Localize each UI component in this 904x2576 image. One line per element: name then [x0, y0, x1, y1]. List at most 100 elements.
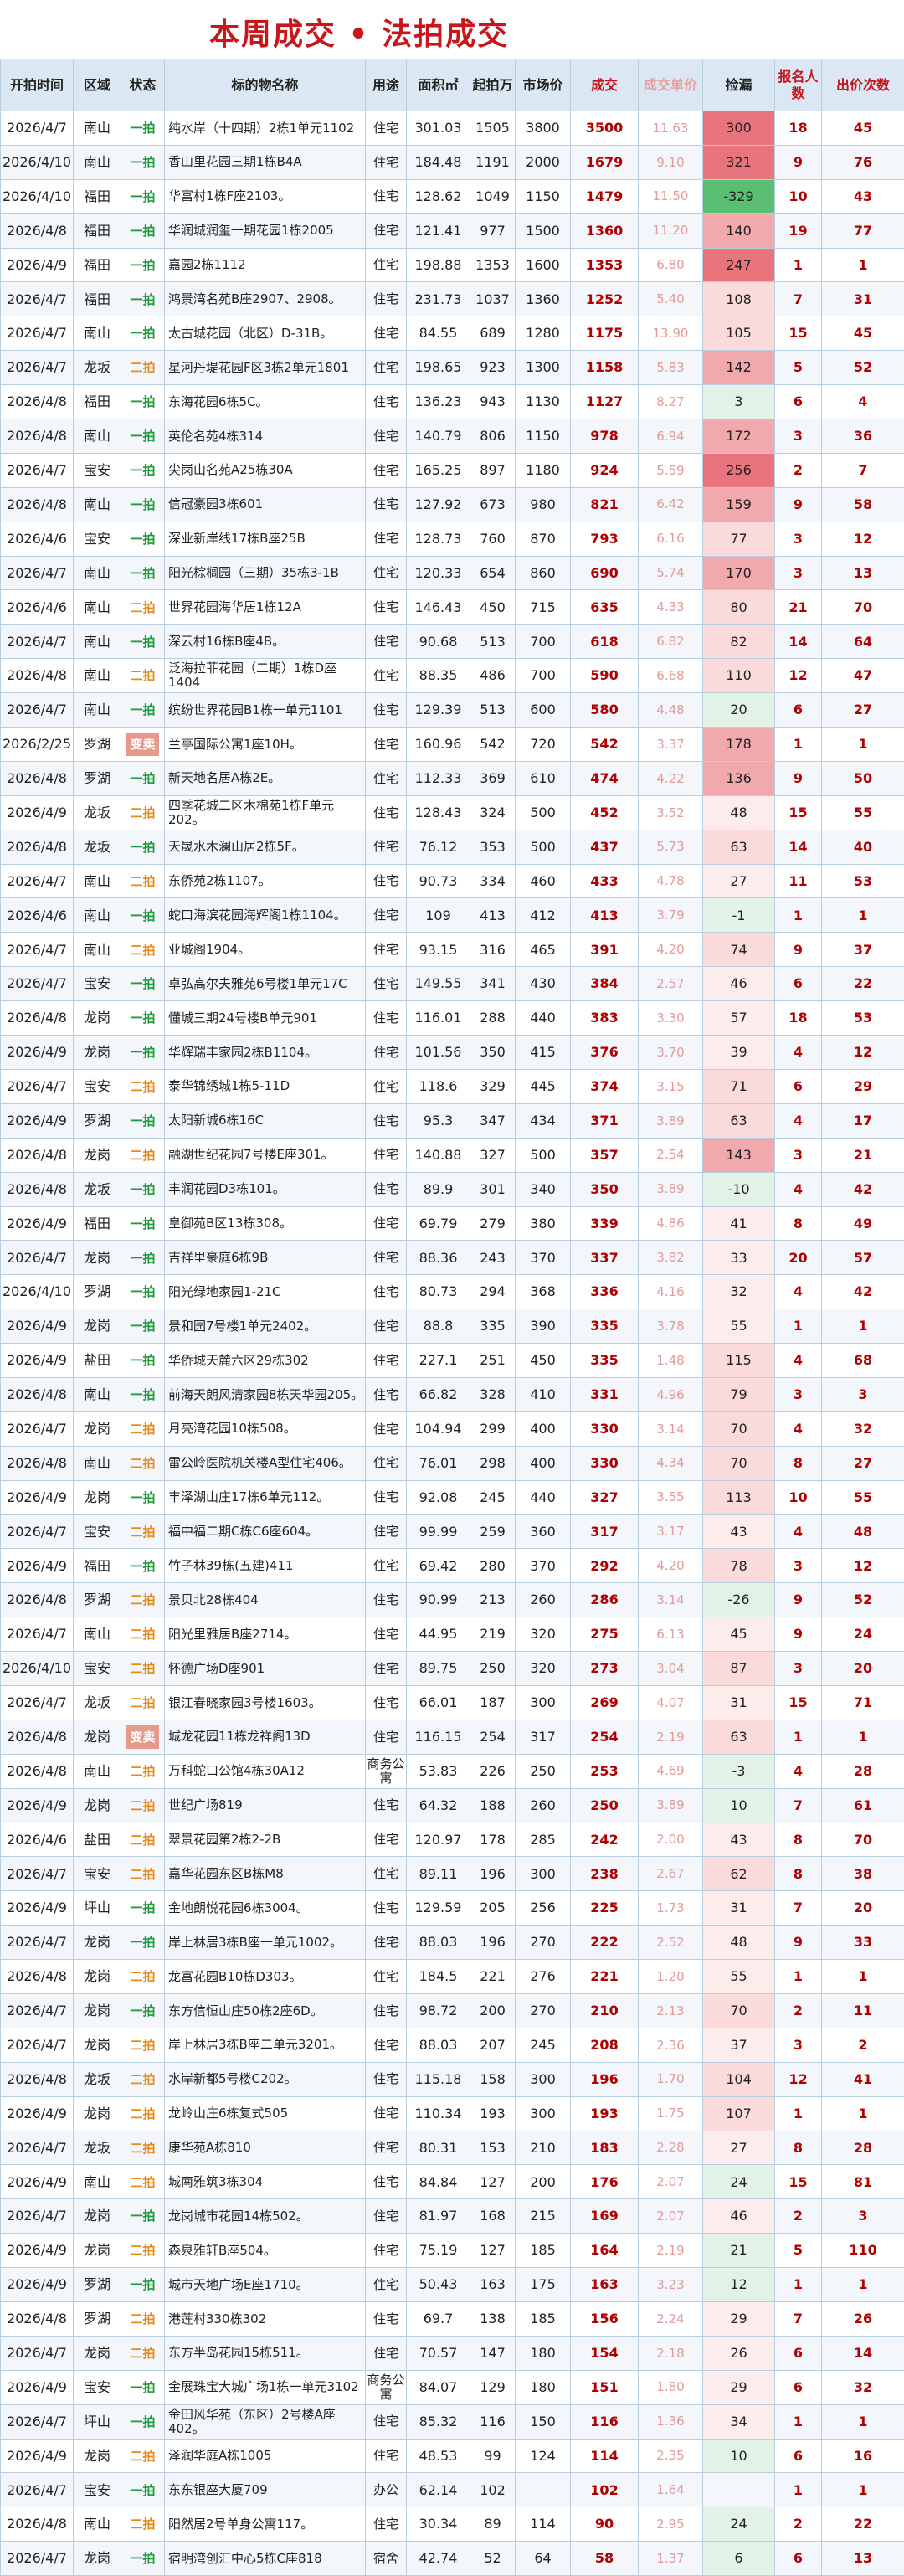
cell-price: 3.17 — [639, 1514, 703, 1549]
cell-status: 一拍 — [121, 1549, 165, 1583]
cell-date: 2026/4/8 — [1, 1960, 74, 1994]
cell-bidders: 8 — [775, 2131, 822, 2165]
cell-date: 2026/4/7 — [1, 1617, 74, 1652]
cell-area: 48.53 — [407, 2439, 470, 2473]
cell-area: 93.15 — [407, 933, 470, 967]
cell-start: 329 — [470, 1069, 516, 1103]
cell-gain: 70 — [703, 1446, 775, 1480]
cell-gain: 178 — [703, 728, 775, 762]
status-badge: 二拍 — [130, 1833, 155, 1848]
cell-bids: 32 — [822, 2370, 904, 2404]
header-bidders: 报名人数 — [775, 59, 822, 111]
cell-name: 太阳新城6栋16C — [165, 1103, 366, 1138]
cell-use: 住宅 — [366, 693, 407, 728]
cell-bidders: 3 — [775, 556, 822, 590]
status-badge: 一拍 — [130, 429, 155, 444]
cell-name: 嘉园2栋1112 — [165, 248, 366, 282]
cell-name: 华辉瑞丰家园2栋B1104。 — [165, 1036, 366, 1070]
cell-price: 6.82 — [639, 625, 703, 659]
cell-use: 住宅 — [366, 522, 407, 556]
cell-deal: 58 — [571, 2542, 639, 2576]
cell-bids: 29 — [822, 1069, 904, 1103]
table-row: 2026/4/7宝安二拍泰华锦绣城1栋5-11D住宅118.6329445374… — [1, 1069, 904, 1103]
cell-start: 187 — [470, 1685, 516, 1720]
status-badge: 变卖 — [126, 733, 158, 757]
cell-bids: 81 — [822, 2165, 904, 2199]
header-use: 用途 — [366, 59, 407, 111]
cell-deal: 196 — [571, 2062, 639, 2096]
cell-deal: 156 — [571, 2302, 639, 2337]
cell-district: 罗湖 — [74, 1583, 121, 1617]
cell-bids: 11 — [822, 1993, 904, 2028]
cell-start: 280 — [470, 1549, 516, 1583]
cell-gain: 70 — [703, 1411, 775, 1446]
cell-bidders: 1 — [775, 1960, 822, 1994]
table-row: 2026/4/6盐田二拍翠景花园第2栋2-2B住宅120.97178285242… — [1, 1823, 904, 1857]
cell-start: 350 — [470, 1036, 516, 1070]
cell-use: 宿舍 — [366, 2542, 407, 2576]
cell-gain: 37 — [703, 2028, 775, 2062]
cell-use: 住宅 — [366, 2165, 407, 2199]
cell-district: 宝安 — [74, 2473, 121, 2507]
cell-name: 太古城花园（北区）D-31B。 — [165, 316, 366, 351]
cell-area: 66.01 — [407, 1685, 470, 1720]
cell-status: 一拍 — [121, 1172, 165, 1206]
cell-start: 806 — [470, 419, 516, 454]
cell-area: 69.42 — [407, 1549, 470, 1583]
cell-deal: 1679 — [571, 145, 639, 179]
cell-market: 285 — [516, 1823, 571, 1857]
cell-bids: 2 — [822, 2028, 904, 2062]
status-badge: 一拍 — [130, 1319, 155, 1334]
table-row: 2026/4/7龙岗二拍岸上林居3栋B座二单元3201。住宅88.0320724… — [1, 2028, 904, 2062]
cell-start: 243 — [470, 1241, 516, 1275]
cell-use: 住宅 — [366, 2096, 407, 2131]
cell-bids: 1 — [822, 2473, 904, 2507]
cell-bids: 76 — [822, 145, 904, 179]
table-row: 2026/4/10南山一拍香山里花园三期1栋B4A住宅184.481191200… — [1, 145, 904, 179]
cell-bids: 71 — [822, 1685, 904, 1720]
cell-market: 175 — [516, 2268, 571, 2302]
cell-bids: 55 — [822, 1480, 904, 1514]
cell-district: 罗湖 — [74, 2302, 121, 2337]
status-badge: 一拍 — [130, 2208, 155, 2224]
cell-name: 景和园7号楼1单元2402。 — [165, 1309, 366, 1344]
cell-gain: 46 — [703, 967, 775, 1001]
cell-deal: 474 — [571, 761, 639, 795]
cell-name: 岸上林居3栋B座一单元1002。 — [165, 1926, 366, 1960]
cell-gain: 63 — [703, 830, 775, 864]
cell-name: 东方半岛花园15栋511。 — [165, 2336, 366, 2370]
cell-district: 龙岗 — [74, 1788, 121, 1823]
table-row: 2026/4/9福田一拍竹子林39栋(五建)411住宅69.4228037029… — [1, 1549, 904, 1583]
cell-bidders: 21 — [775, 590, 822, 625]
status-badge: 一拍 — [130, 1284, 155, 1299]
cell-district: 宝安 — [74, 1857, 121, 1891]
table-row: 2026/4/7龙岗一拍岸上林居3栋B座一单元1002。住宅88.0319627… — [1, 1926, 904, 1960]
cell-market: 370 — [516, 1549, 571, 1583]
cell-area: 42.74 — [407, 2542, 470, 2576]
cell-name: 宿明湾创汇中心5栋C座818 — [165, 2542, 366, 2576]
cell-area: 184.48 — [407, 145, 470, 179]
cell-area: 89.75 — [407, 1652, 470, 1686]
cell-gain: 74 — [703, 933, 775, 967]
cell-district: 福田 — [74, 213, 121, 248]
cell-market: 300 — [516, 2096, 571, 2131]
cell-market: 700 — [516, 659, 571, 693]
table-row: 2026/4/8罗湖二拍景贝北28栋404住宅90.992132602863.1… — [1, 1583, 904, 1617]
cell-deal: 978 — [571, 419, 639, 454]
cell-date: 2026/4/9 — [1, 1788, 74, 1823]
cell-name: 香山里花园三期1栋B4A — [165, 145, 366, 179]
cell-start: 259 — [470, 1514, 516, 1549]
cell-district: 龙岗 — [74, 2439, 121, 2473]
cell-start: 127 — [470, 2234, 516, 2268]
cell-name: 华富村1栋F座2103。 — [165, 179, 366, 213]
cell-bidders: 12 — [775, 2062, 822, 2096]
cell-bidders: 7 — [775, 2302, 822, 2337]
cell-status: 一拍 — [121, 213, 165, 248]
cell-district: 罗湖 — [74, 1103, 121, 1138]
cell-area: 104.94 — [407, 1411, 470, 1446]
status-badge: 一拍 — [130, 635, 155, 650]
cell-use: 住宅 — [366, 1103, 407, 1138]
cell-use: 住宅 — [366, 659, 407, 693]
cell-market: 124 — [516, 2439, 571, 2473]
cell-status: 一拍 — [121, 419, 165, 454]
